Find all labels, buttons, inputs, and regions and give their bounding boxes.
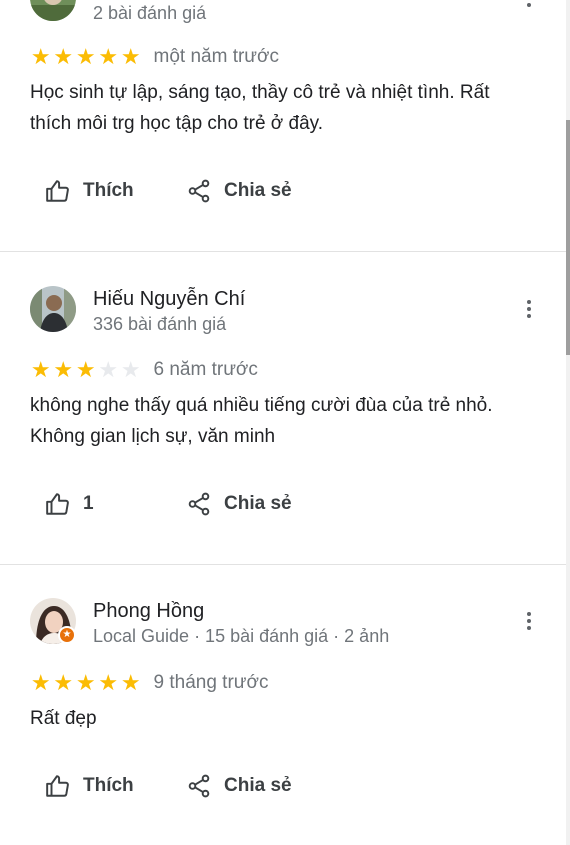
share-icon (188, 492, 210, 516)
like-button[interactable]: Thích (45, 176, 134, 206)
review-text: Rất đẹp (30, 708, 97, 729)
thumbs-up-icon (46, 180, 69, 202)
reviewer-meta: 336 bài đánh giá (93, 314, 227, 334)
more-vertical-icon[interactable] (518, 610, 540, 632)
review-header: Hiếu Nguyễn Chí 336 bài đánh giá (30, 286, 550, 340)
star-filled-icon: ★ (53, 44, 74, 69)
reviewer-meta: 2 bài đánh giá (93, 3, 207, 23)
star-empty-icon: ★ (120, 357, 141, 382)
star-rating: ★ ★ ★ ★ ★ (30, 672, 142, 694)
star-rating: ★ ★ ★ ★ ★ (30, 46, 142, 68)
reviewer-meta: Local Guide · 15 bài đánh giá · 2 ảnh (93, 626, 390, 646)
star-rating: ★ ★ ★ ★ ★ (30, 359, 142, 381)
review-text: Học sinh tự lập, sáng tạo, thầy cô trẻ v… (30, 82, 490, 134)
star-filled-icon: ★ (98, 670, 119, 695)
review-time: 9 tháng trước (153, 672, 269, 693)
like-count: 1 (83, 493, 94, 514)
star-filled-icon: ★ (75, 44, 96, 69)
avatar[interactable] (30, 0, 76, 21)
thumbs-up-icon (46, 493, 69, 515)
review-time: một năm trước (153, 46, 279, 67)
like-button[interactable]: Thích (45, 771, 134, 801)
scrollbar-thumb[interactable] (566, 120, 570, 355)
reviewer-name[interactable]: Hiếu Nguyễn Chí (93, 288, 245, 311)
star-filled-icon: ★ (30, 44, 51, 69)
local-guide-badge-icon (58, 626, 76, 644)
star-empty-icon: ★ (98, 357, 119, 382)
share-button[interactable]: Chia sẻ (186, 489, 292, 519)
avatar[interactable] (30, 286, 76, 332)
review-card: 2 bài đánh giá ★ ★ ★ ★ ★ một năm trước Học s… (0, 0, 566, 252)
thumbs-up-icon (46, 775, 69, 797)
like-label: Thích (83, 180, 134, 201)
review-card: Phong Hồng Local Guide · 15 bài đánh giá… (0, 565, 566, 845)
rating-row: ★ ★ ★ ★ ★ 6 năm trước (30, 358, 258, 382)
share-label: Chia sẻ (224, 775, 292, 796)
reviewer-name[interactable]: Phong Hồng (93, 600, 204, 623)
review-card: Hiếu Nguyễn Chí 336 bài đánh giá ★ ★ ★ ★ ★ 6… (0, 252, 566, 564)
more-vertical-icon[interactable] (518, 0, 540, 9)
like-button[interactable]: 1 (45, 489, 94, 519)
rating-row: ★ ★ ★ ★ ★ một năm trước (30, 45, 279, 69)
star-filled-icon: ★ (75, 670, 96, 695)
star-filled-icon: ★ (30, 670, 51, 695)
star-filled-icon: ★ (120, 44, 141, 69)
like-label: Thích (83, 775, 134, 796)
review-header: 2 bài đánh giá (30, 0, 550, 29)
star-filled-icon: ★ (98, 44, 119, 69)
share-icon (188, 179, 210, 203)
more-vertical-icon[interactable] (518, 298, 540, 320)
review-text: không nghe thấy quá nhiều tiếng cười đùa… (30, 395, 493, 447)
share-button[interactable]: Chia sẻ (186, 176, 292, 206)
share-label: Chia sẻ (224, 493, 292, 514)
share-button[interactable]: Chia sẻ (186, 771, 292, 801)
rating-row: ★ ★ ★ ★ ★ 9 tháng trước (30, 671, 269, 695)
star-filled-icon: ★ (53, 357, 74, 382)
share-icon (188, 774, 210, 798)
review-header: Phong Hồng Local Guide · 15 bài đánh giá… (30, 598, 550, 652)
review-time: 6 năm trước (153, 359, 258, 380)
star-filled-icon: ★ (53, 670, 74, 695)
star-filled-icon: ★ (75, 357, 96, 382)
star-filled-icon: ★ (120, 670, 141, 695)
star-filled-icon: ★ (30, 357, 51, 382)
share-label: Chia sẻ (224, 180, 292, 201)
